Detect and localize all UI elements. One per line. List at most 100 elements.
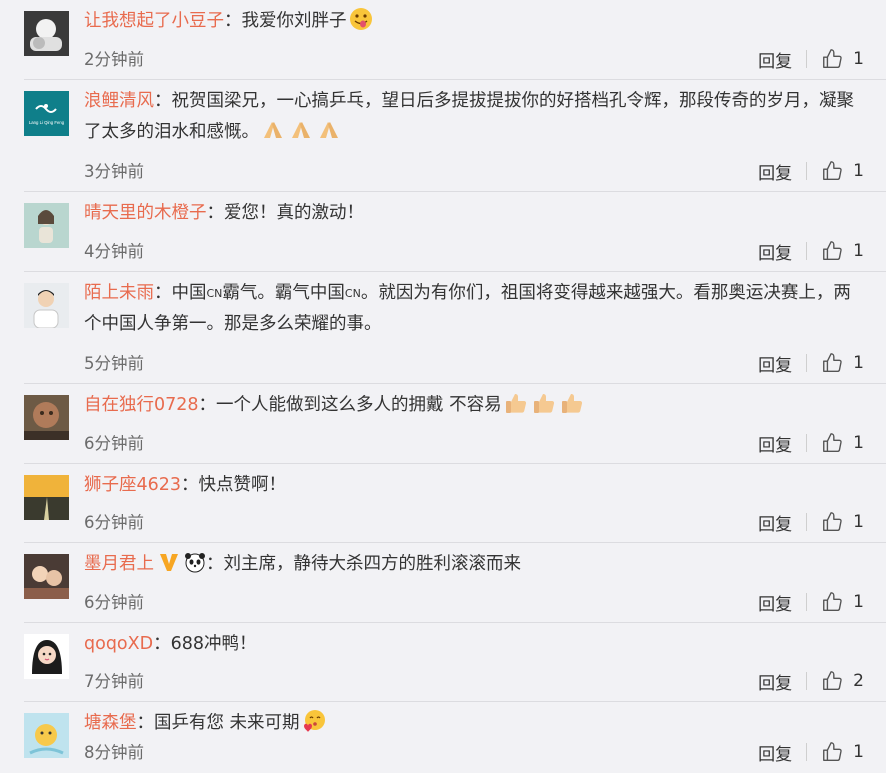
comment-item: 让我想起了小豆子：我爱你刘胖子 2分钟前 回复 1 bbox=[0, 0, 886, 80]
comment-actions: 回复 1 bbox=[758, 47, 864, 72]
thumbs-up-emoji-icon bbox=[559, 391, 585, 415]
comment-item: qoqoXD：688冲鸭！ 7分钟前 回复 2 bbox=[0, 623, 886, 702]
thumbs-up-icon bbox=[823, 433, 842, 452]
timestamp: 3分钟前 bbox=[84, 162, 144, 181]
cn-flag-text: CN bbox=[344, 287, 361, 300]
like-count: 2 bbox=[853, 671, 864, 691]
timestamp: 8分钟前 bbox=[84, 743, 144, 762]
like-button[interactable]: 1 bbox=[821, 432, 864, 454]
vip-v-badge-icon bbox=[158, 551, 180, 573]
username[interactable]: 浪鲤清风 bbox=[84, 91, 154, 111]
reply-button[interactable]: 回复 bbox=[758, 431, 792, 456]
reply-button[interactable]: 回复 bbox=[758, 669, 792, 694]
comment-text: qoqoXD：688冲鸭！ bbox=[84, 634, 257, 654]
divider bbox=[806, 513, 808, 531]
comment-actions: 回复 1 bbox=[758, 590, 864, 615]
comment-item: 塘森堡：国乒有您 未来可期 8分钟前 回复 1 bbox=[0, 702, 886, 773]
comment-actions: 回复 1 bbox=[758, 239, 864, 264]
like-count: 1 bbox=[853, 161, 864, 181]
comment-item: 墨月君上 ：刘主席，静待大杀四方的胜利滚滚而来 6分钟前 回复 1 bbox=[0, 543, 886, 623]
comment-text: 让我想起了小豆子：我爱你刘胖子 bbox=[84, 6, 864, 37]
pray-hands-emoji-icon bbox=[260, 118, 286, 142]
reply-button[interactable]: 回复 bbox=[758, 47, 792, 72]
cn-flag-text: CN bbox=[206, 287, 223, 300]
username[interactable]: 自在独行0728 bbox=[84, 395, 199, 415]
like-button[interactable]: 1 bbox=[821, 591, 864, 613]
reply-button[interactable]: 回复 bbox=[758, 351, 792, 376]
comment-actions: 回复 1 bbox=[758, 159, 864, 184]
timestamp: 4分钟前 bbox=[84, 242, 144, 261]
comment-item: 陌上未雨：中国CN霸气。霸气中国CN。就因为有你们，祖国将变得越来越强大。看那奥… bbox=[0, 272, 886, 384]
comment-actions: 回复 2 bbox=[758, 669, 864, 694]
comment-item: 晴天里的木橙子：爱您！真的激动！ 4分钟前 回复 1 bbox=[0, 192, 886, 272]
avatar[interactable] bbox=[24, 395, 69, 440]
thumbs-up-icon bbox=[823, 49, 842, 68]
like-count: 1 bbox=[853, 742, 864, 762]
thumbs-up-emoji-icon bbox=[531, 391, 557, 415]
comment-item: Lang Li Qing Feng 浪鲤清风：祝贺国梁兄，一心搞乒乓，望日后多提… bbox=[0, 80, 886, 192]
timestamp: 7分钟前 bbox=[84, 672, 144, 691]
like-button[interactable]: 1 bbox=[821, 352, 864, 374]
thumbs-up-icon bbox=[823, 241, 842, 260]
reply-button[interactable]: 回复 bbox=[758, 740, 792, 765]
avatar[interactable] bbox=[24, 283, 69, 328]
divider bbox=[806, 242, 808, 260]
divider bbox=[806, 672, 808, 690]
username[interactable]: 晴天里的木橙子 bbox=[84, 203, 207, 223]
avatar[interactable] bbox=[24, 634, 69, 679]
username[interactable]: 墨月君上 bbox=[84, 554, 154, 574]
username[interactable]: 陌上未雨 bbox=[84, 283, 154, 303]
avatar[interactable] bbox=[24, 11, 69, 56]
thumbs-up-icon bbox=[823, 512, 842, 531]
username[interactable]: 狮子座4623 bbox=[84, 475, 181, 495]
divider bbox=[806, 743, 808, 761]
avatar[interactable] bbox=[24, 554, 69, 599]
comment-item: 狮子座4623：快点赞啊！ 6分钟前 回复 1 bbox=[0, 464, 886, 543]
avatar[interactable] bbox=[24, 713, 69, 758]
comment-text: 塘森堡：国乒有您 未来可期 bbox=[84, 708, 864, 739]
avatar[interactable] bbox=[24, 475, 69, 520]
comment-text: 自在独行0728：一个人能做到这么多人的拥戴 不容易 bbox=[84, 390, 864, 421]
pray-hands-emoji-icon bbox=[316, 118, 342, 142]
username[interactable]: qoqoXD bbox=[84, 634, 153, 654]
avatar[interactable] bbox=[24, 203, 69, 248]
like-count: 1 bbox=[853, 592, 864, 612]
timestamp: 6分钟前 bbox=[84, 434, 144, 453]
divider bbox=[806, 434, 808, 452]
thumbs-up-icon bbox=[823, 592, 842, 611]
comment-actions: 回复 1 bbox=[758, 740, 864, 765]
svg-text:Lang Li Qing Feng: Lang Li Qing Feng bbox=[29, 120, 65, 125]
like-count: 1 bbox=[853, 353, 864, 373]
thumbs-up-icon bbox=[823, 671, 842, 690]
comment-text: 墨月君上 ：刘主席，静待大杀四方的胜利滚滚而来 bbox=[84, 549, 864, 580]
reply-button[interactable]: 回复 bbox=[758, 159, 792, 184]
comment-text: 晴天里的木橙子：爱您！真的激动！ bbox=[84, 203, 364, 223]
like-button[interactable]: 1 bbox=[821, 48, 864, 70]
username[interactable]: 塘森堡 bbox=[84, 713, 137, 733]
timestamp: 6分钟前 bbox=[84, 513, 144, 532]
thumbs-up-icon bbox=[823, 353, 842, 372]
like-button[interactable]: 1 bbox=[821, 511, 864, 533]
avatar[interactable]: Lang Li Qing Feng bbox=[24, 91, 69, 136]
comment-list: 让我想起了小豆子：我爱你刘胖子 2分钟前 回复 1 Lang Li Qing F… bbox=[0, 0, 886, 773]
divider bbox=[806, 354, 808, 372]
like-button[interactable]: 1 bbox=[821, 160, 864, 182]
thumbs-up-emoji-icon bbox=[503, 391, 529, 415]
panda-badge-icon bbox=[184, 551, 206, 573]
like-button[interactable]: 1 bbox=[821, 741, 864, 763]
love-face-emoji-icon bbox=[301, 709, 327, 733]
comment-text: 狮子座4623：快点赞啊！ bbox=[84, 475, 287, 495]
like-button[interactable]: 1 bbox=[821, 240, 864, 262]
tongue-face-emoji-icon bbox=[348, 7, 374, 31]
reply-button[interactable]: 回复 bbox=[758, 510, 792, 535]
comment-actions: 回复 1 bbox=[758, 431, 864, 456]
username[interactable]: 让我想起了小豆子 bbox=[84, 11, 224, 31]
pray-hands-emoji-icon bbox=[288, 118, 314, 142]
like-button[interactable]: 2 bbox=[821, 670, 864, 692]
like-count: 1 bbox=[853, 241, 864, 261]
divider bbox=[806, 50, 808, 68]
reply-button[interactable]: 回复 bbox=[758, 239, 792, 264]
reply-button[interactable]: 回复 bbox=[758, 590, 792, 615]
thumbs-up-icon bbox=[823, 742, 842, 761]
like-count: 1 bbox=[853, 49, 864, 69]
